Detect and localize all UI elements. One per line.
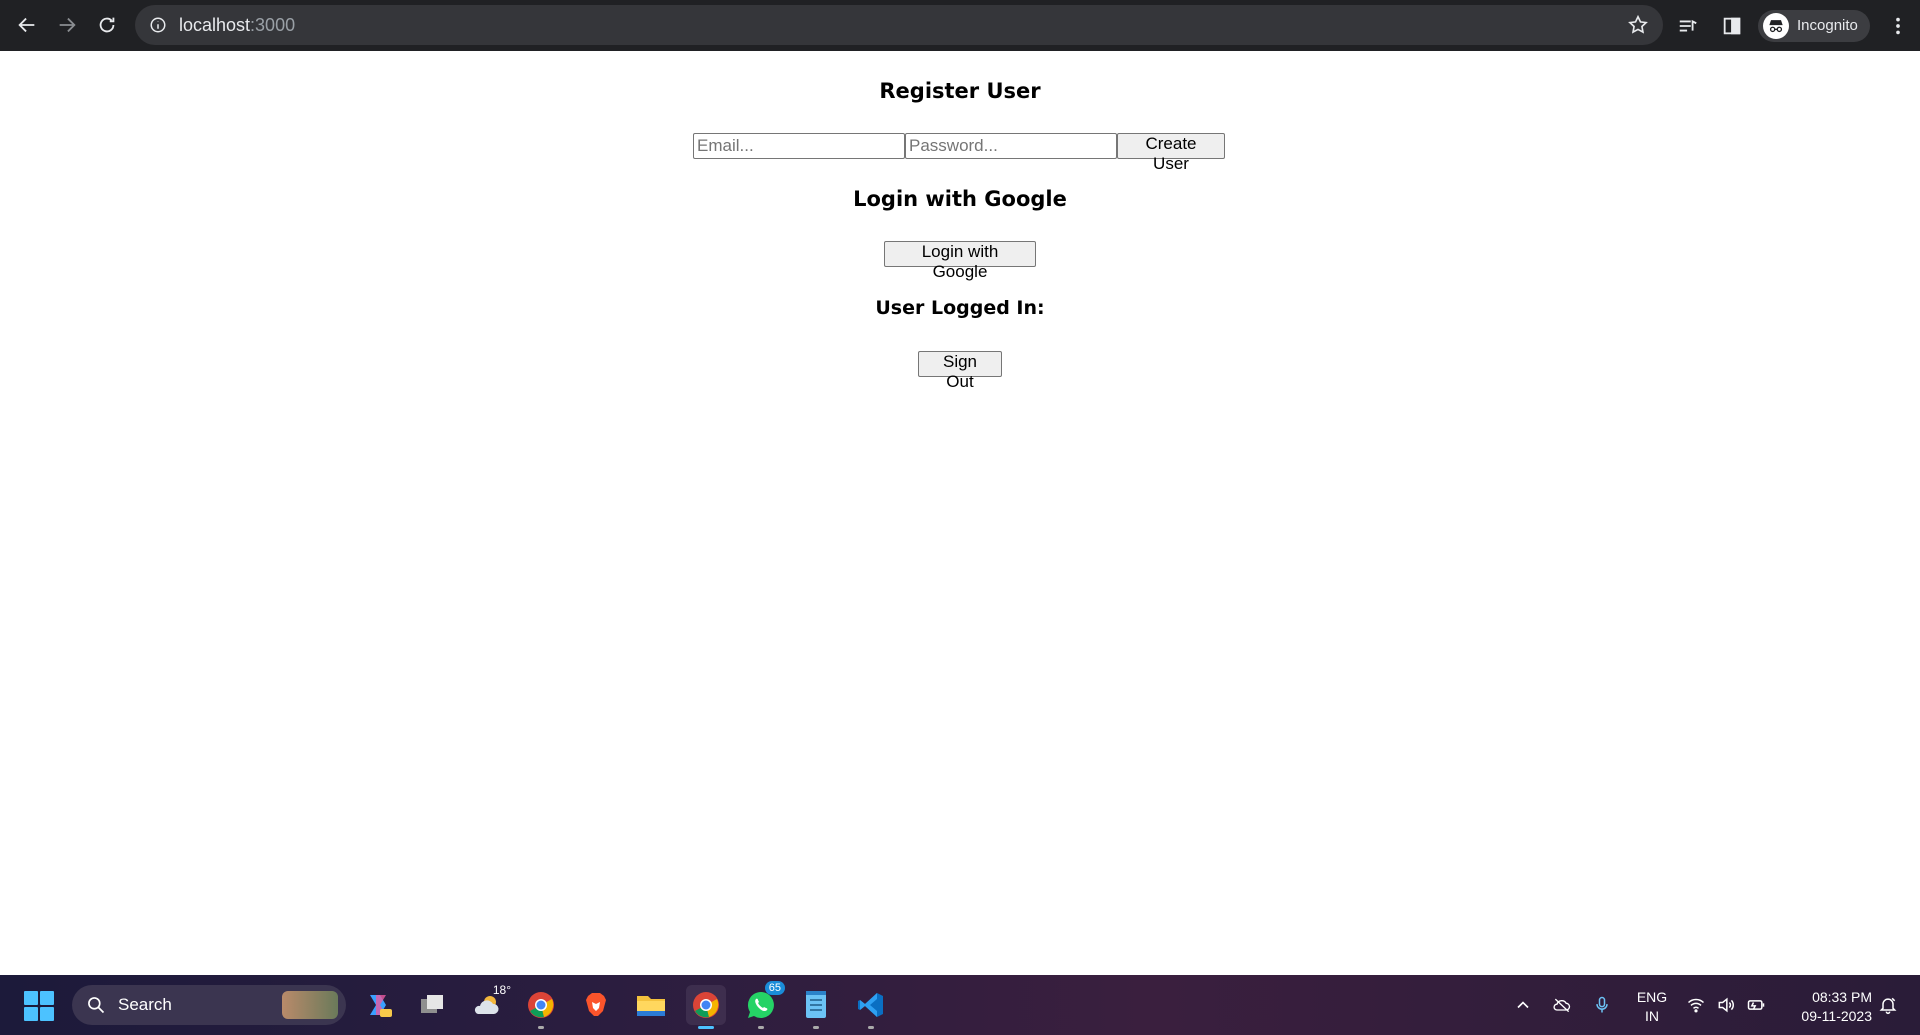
taskbar-task-view[interactable]: [412, 985, 452, 1025]
taskbar-weather[interactable]: 18°: [467, 983, 511, 1025]
incognito-icon: [1763, 12, 1789, 39]
network-tray[interactable]: [1686, 975, 1706, 1035]
taskbar-whatsapp[interactable]: 65: [741, 981, 785, 1029]
brave-icon: [586, 993, 606, 1016]
browser-toolbar: localhost:3000 Incognito: [0, 0, 1920, 51]
notification-bell-icon: [1879, 997, 1897, 1015]
battery-tray[interactable]: [1746, 975, 1766, 1035]
search-label: Search: [118, 995, 172, 1014]
profile-label: Incognito: [1797, 17, 1858, 34]
page-content: Register User Create User Login with Goo…: [0, 51, 1920, 975]
forward-button[interactable]: [47, 5, 87, 45]
volume-tray[interactable]: [1716, 975, 1736, 1035]
incognito-profile-button[interactable]: Incognito: [1758, 9, 1870, 42]
vscode-icon: [858, 993, 883, 1017]
reload-icon: [99, 17, 115, 33]
windows-taskbar: Search 18° 65 ENG IN 08:33 PM 09-11-2023: [0, 975, 1920, 1035]
side-panel-icon: [1723, 17, 1741, 34]
user-logged-in-heading: User Logged In:: [875, 297, 1045, 319]
url-host: localhost: [179, 14, 251, 35]
url-port: :3000: [250, 14, 296, 35]
password-input[interactable]: [905, 133, 1117, 159]
url-text: localhost:3000: [179, 15, 295, 36]
language-code: ENG: [1636, 989, 1668, 1005]
onedrive-tray[interactable]: [1552, 975, 1572, 1035]
weather-temperature: 18°: [492, 983, 511, 997]
file-explorer-icon: [637, 996, 665, 1016]
email-input[interactable]: [693, 133, 905, 159]
cloud-offline-icon: [1553, 998, 1571, 1013]
speaker-icon: [1718, 997, 1734, 1013]
register-form: Create User: [693, 133, 1225, 173]
region-code: IN: [1645, 1008, 1659, 1024]
taskbar-file-explorer[interactable]: [631, 985, 671, 1025]
bookmark-star-icon[interactable]: [1627, 14, 1649, 36]
running-indicator: [868, 1026, 874, 1029]
toolbar-right: Incognito: [1668, 0, 1870, 51]
search-highlight-image: [282, 991, 338, 1019]
wifi-icon: [1687, 998, 1705, 1013]
clock-date: 09-11-2023: [1801, 1008, 1872, 1024]
reload-button[interactable]: [87, 5, 127, 45]
taskbar-chrome-active[interactable]: [686, 985, 726, 1029]
back-button[interactable]: [7, 5, 47, 45]
microphone-tray[interactable]: [1592, 975, 1612, 1035]
playlist-icon: [1679, 19, 1697, 31]
taskbar-vscode[interactable]: [851, 985, 891, 1029]
login-with-google-button[interactable]: Login with Google: [884, 241, 1036, 281]
start-button[interactable]: [24, 991, 54, 1021]
browser-menu-button[interactable]: [1878, 6, 1918, 46]
taskbar-chrome[interactable]: [521, 985, 561, 1029]
arrow-right-icon: [59, 17, 76, 33]
active-indicator: [698, 1026, 714, 1029]
notifications-button[interactable]: [1878, 975, 1898, 1035]
copilot-icon: [370, 995, 392, 1017]
google-login-heading: Login with Google: [853, 187, 1067, 211]
notepad-icon: [806, 991, 826, 1018]
notification-badge: 65: [764, 981, 785, 995]
chevron-up-icon: [1517, 1001, 1529, 1009]
clock-time: 08:33 PM: [1812, 989, 1872, 1005]
battery-icon: [1747, 1000, 1765, 1010]
address-bar[interactable]: localhost:3000: [135, 5, 1663, 45]
show-hidden-icons-button[interactable]: [1513, 975, 1533, 1035]
more-vertical-icon: [1896, 17, 1900, 35]
register-heading: Register User: [879, 79, 1041, 103]
system-clock[interactable]: 08:33 PM 09-11-2023: [1780, 988, 1872, 1026]
running-indicator: [538, 1026, 544, 1029]
windows-logo-icon: [24, 991, 38, 1005]
sign-out-button[interactable]: Sign Out: [918, 351, 1002, 391]
running-indicator: [758, 1026, 764, 1029]
chrome-icon: [528, 992, 554, 1018]
taskbar-copilot[interactable]: [358, 985, 398, 1025]
search-icon: [88, 997, 105, 1014]
arrow-left-icon: [18, 17, 35, 33]
chrome-icon: [693, 992, 719, 1018]
microphone-icon: [1596, 996, 1608, 1013]
taskbar-notepad[interactable]: [796, 985, 836, 1029]
reading-list-button[interactable]: [1668, 6, 1708, 46]
info-icon[interactable]: [149, 16, 167, 34]
taskbar-brave[interactable]: [576, 985, 616, 1025]
side-panel-button[interactable]: [1712, 6, 1752, 46]
taskbar-search[interactable]: Search: [72, 985, 346, 1025]
running-indicator: [813, 1026, 819, 1029]
task-view-icon: [421, 995, 443, 1013]
create-user-button[interactable]: Create User: [1117, 133, 1225, 173]
language-indicator[interactable]: ENG IN: [1632, 988, 1672, 1026]
